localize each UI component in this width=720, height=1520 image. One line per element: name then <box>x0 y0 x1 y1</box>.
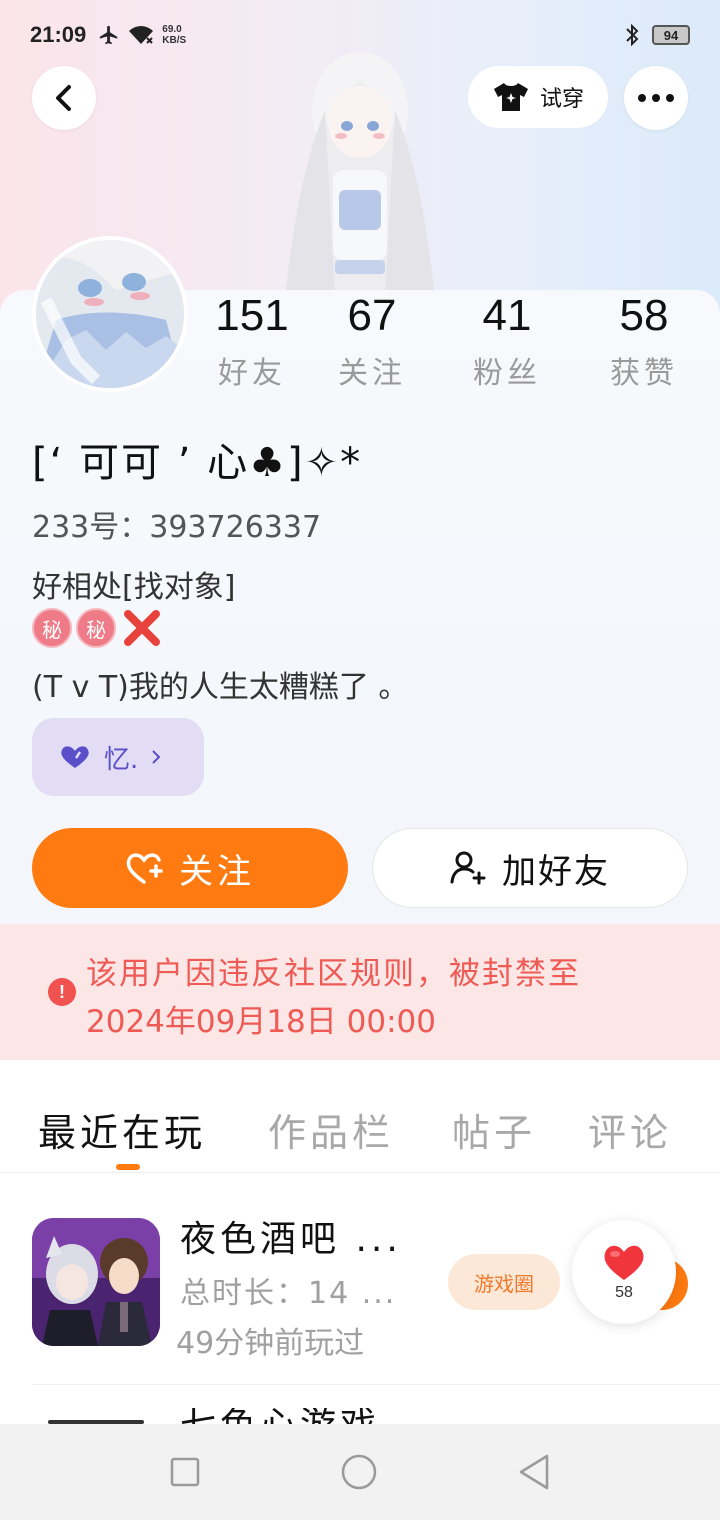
stat-following-label: 关注 <box>338 356 406 391</box>
secret-emoji-1: 秘 <box>32 608 72 648</box>
user-id[interactable]: 233号：393726337 <box>32 502 321 546</box>
wifi-icon <box>129 26 154 44</box>
more-horizontal-icon <box>638 94 674 102</box>
stat-following[interactable]: 67 关注 <box>312 292 432 392</box>
home-icon[interactable] <box>340 1453 378 1491</box>
ban-notice-line-2: 2024年09月18日 00:00 <box>86 1004 436 1040</box>
game-last-played: 49分钟前玩过 <box>176 1326 365 1361</box>
nickname: [‘ 可可 ’ 心♣]✧* <box>32 440 363 486</box>
warning-icon: ! <box>48 978 76 1006</box>
add-friend-button[interactable]: 加好友 <box>372 828 688 908</box>
back-button[interactable] <box>32 66 96 130</box>
avatar-image <box>36 240 184 388</box>
back-nav-icon[interactable] <box>517 1453 551 1491</box>
stat-likes-label: 获赞 <box>610 356 678 391</box>
game-title[interactable]: 夜色酒吧 ... <box>180 1210 402 1262</box>
avatar[interactable] <box>32 236 188 392</box>
stat-fans-label: 粉丝 <box>473 356 541 391</box>
add-user-icon <box>450 851 486 885</box>
stat-fans-value: 41 <box>482 291 532 340</box>
game-icon[interactable] <box>32 1218 160 1346</box>
heart-icon <box>604 1245 644 1280</box>
tab-posts[interactable]: 帖子 <box>452 1102 536 1157</box>
tabs-divider <box>0 1172 720 1173</box>
net-speed-value: 69.0 <box>162 24 182 35</box>
floating-like-count: 58 <box>615 1284 633 1301</box>
recent-apps-icon[interactable] <box>169 1456 201 1488</box>
status-bar: 21:09 69.0 KB/S 94 <box>0 0 720 70</box>
stat-friends-label: 好友 <box>218 356 286 391</box>
ban-notice-line-1: 该用户因违反社区规则，被封禁至 <box>86 956 581 992</box>
stat-likes-value: 58 <box>619 291 669 340</box>
stat-likes[interactable]: 58 获赞 <box>584 292 704 392</box>
airplane-icon <box>100 25 118 45</box>
stat-fans[interactable]: 41 粉丝 <box>447 292 567 392</box>
more-button[interactable] <box>624 66 688 130</box>
tab-recently-played[interactable]: 最近在玩 <box>38 1102 206 1157</box>
stat-friends-value: 151 <box>215 291 289 340</box>
bio-line-2: 秘 秘 <box>32 608 164 648</box>
game-cover-image <box>32 1218 160 1346</box>
chevron-right-icon <box>152 750 161 764</box>
try-on-label: 试穿 <box>539 87 584 112</box>
game-circle-button[interactable]: 游戏圈 <box>448 1254 560 1310</box>
battery-indicator: 94 <box>652 25 690 45</box>
tab-comments[interactable]: 评论 <box>588 1102 672 1157</box>
secret-emoji-2: 秘 <box>76 608 116 648</box>
bio-line-3: (T v T)我的人生太糟糕了 。 <box>32 670 409 705</box>
floating-like-button[interactable]: 58 <box>572 1220 676 1324</box>
add-friend-label: 加好友 <box>502 851 610 892</box>
banner-character-image <box>285 52 435 300</box>
net-speed-indicator: 69.0 KB/S <box>162 24 186 46</box>
heart-icon <box>61 746 89 768</box>
system-navigation-bar <box>0 1424 720 1520</box>
follow-button[interactable]: 关注 <box>32 828 348 908</box>
profile-tabs: 最近在玩 作品栏 帖子 评论 <box>0 1100 720 1172</box>
relationship-tag[interactable]: 忆. <box>32 718 204 796</box>
row-divider <box>32 1384 720 1385</box>
try-on-button[interactable]: 试穿 <box>468 66 608 128</box>
tab-works[interactable]: 作品栏 <box>268 1102 394 1157</box>
tab-active-indicator <box>116 1164 140 1170</box>
heart-plus-icon <box>126 853 163 884</box>
game-total-time: 总时长：14 ... <box>180 1276 397 1311</box>
next-game-title[interactable]: 七色心游戏 <box>180 1408 380 1424</box>
stat-friends[interactable]: 151 好友 <box>192 292 312 392</box>
follow-label: 关注 <box>179 851 255 892</box>
stat-following-value: 67 <box>347 291 397 340</box>
bluetooth-icon <box>626 23 639 47</box>
status-time: 21:09 <box>30 22 87 47</box>
chevron-left-icon <box>56 85 71 111</box>
net-speed-unit: KB/S <box>162 35 187 46</box>
tshirt-icon <box>493 83 528 111</box>
bio-line-1: 好相处[找对象] <box>32 570 236 605</box>
cross-mark-icon <box>120 608 164 648</box>
relationship-tag-label: 忆. <box>104 744 139 775</box>
